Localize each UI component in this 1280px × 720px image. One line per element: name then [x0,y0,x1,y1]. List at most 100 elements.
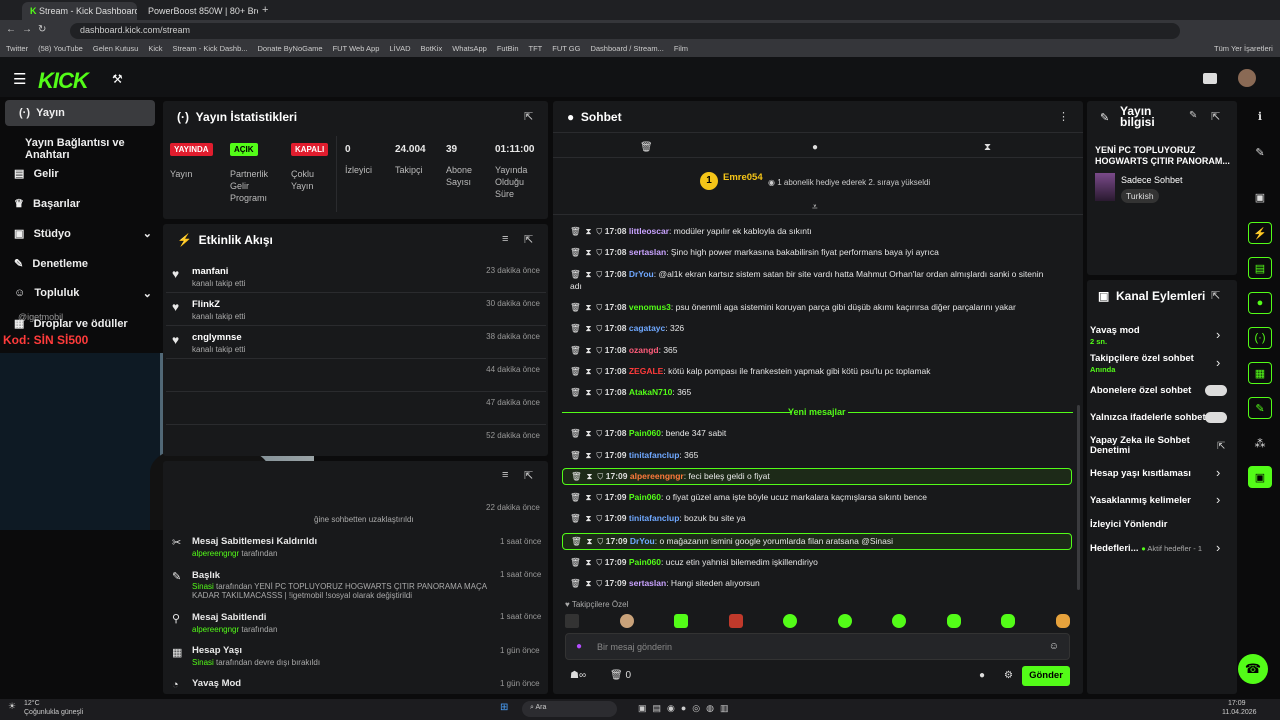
mic-icon[interactable]: ● [576,641,582,652]
message-user[interactable]: tinitafanclup [629,450,680,460]
chat-message[interactable]: 🗑 ⧗ ⛉ 17:08 AtakaN710: 365 [562,387,1072,398]
emoji-icon[interactable]: ☺ [1049,641,1059,652]
hourglass-icon[interactable]: ⧗ [586,323,592,333]
chat-message[interactable]: 🗑 ⧗ ⛉ 17:09 alpereengngr: feci beleş gel… [562,468,1072,485]
hourglass-icon[interactable]: ⧗ [587,536,593,546]
emote-icon[interactable] [619,614,634,628]
emote-icon[interactable] [946,614,961,628]
bookmark[interactable]: Donate ByNoGame [258,44,323,53]
trash-icon[interactable]: 🗑 [570,269,581,279]
taskbar-apps[interactable]: ▣▤◉●◎◍▥ [638,703,735,714]
chevron-right-icon[interactable]: › [1216,492,1220,507]
gear-icon[interactable]: ⚙ [1004,670,1013,681]
nav-arrows-icon[interactable]: ←→↻ [6,24,52,35]
trash-icon[interactable]: 🗑 [570,492,581,502]
message-user[interactable]: cagatayc [629,323,665,333]
bolt-icon[interactable]: ⚡ [1248,222,1272,244]
sidebar-item-community[interactable]: ☺ Topluluk ⌄ [0,280,160,306]
bookmark[interactable]: BotKix [421,44,443,53]
filter-icon[interactable]: ≡ [502,469,508,481]
chat-message[interactable]: 🗑 ⧗ ⛉ 17:08 cagatayc: 326 [562,323,1072,334]
popout-icon[interactable]: ⇱ [1211,110,1220,123]
message-user[interactable]: Pain060 [629,428,661,438]
kick-logo[interactable]: KICK [38,68,89,94]
more-icon[interactable]: ⋮ [1058,110,1069,123]
popout-icon[interactable]: ⇱ [524,469,533,482]
slow-mode-setting[interactable]: Yavaş mod 2 sn. [1090,325,1230,346]
bookmark[interactable]: Dashboard / Stream... [590,44,663,53]
hourglass-icon[interactable]: ⧗ [586,450,592,460]
tools-icon[interactable]: ⚒ [112,72,123,86]
bookmark[interactable]: Gelen Kutusu [93,44,138,53]
chevron-right-icon[interactable]: › [1216,540,1220,555]
popout-icon[interactable]: ⇱ [524,110,533,123]
hourglass-icon[interactable]: ⧗ [587,471,593,481]
raid-setting[interactable]: İzleyici Yönlendir [1090,519,1230,530]
chat-message[interactable]: 🗑 ⧗ ⛉ 17:08 ZEGALE: kötü kalp pompası il… [562,366,1072,377]
trash-icon[interactable]: 🗑 [571,536,582,546]
message-user[interactable]: sertaslan [629,247,666,257]
bookmark[interactable]: FUT GG [552,44,580,53]
url-input[interactable]: dashboard.kick.com/stream [70,23,1180,39]
sidebar-item-studio[interactable]: ▣ Stüdyo ⌄ [0,220,160,246]
menu-icon[interactable]: ☰ [13,70,26,88]
apps-icon[interactable]: ⁂ [1248,432,1272,454]
ai-moderation-setting[interactable]: Yapay Zeka ile Sohbet Denetimi [1090,436,1200,456]
message-user[interactable]: sertaslan [629,578,666,588]
filter-icon[interactable]: ≡ [502,233,508,245]
all-bookmarks[interactable]: Tüm Yer İşaretleri [1214,44,1273,53]
trash-icon[interactable]: 🗑 [570,578,581,588]
chevron-right-icon[interactable]: › [1216,465,1220,480]
bookmark[interactable]: Stream - Kick Dashb... [172,44,247,53]
hourglass-icon[interactable]: ⧗ [586,226,592,236]
bookmark[interactable]: TFT [529,44,543,53]
emote-icon[interactable] [1001,614,1016,628]
account-age-setting[interactable]: Hesap yaşı kısıtlaması [1090,468,1230,479]
trash-icon[interactable]: 🗑 [570,302,581,312]
chevron-right-icon[interactable]: › [1216,355,1220,370]
crop-icon[interactable]: ▣ [1248,186,1272,208]
chat-message[interactable]: 🗑 ⧗ ⛉ 17:08 venomus3: psu önenmli aga si… [562,302,1072,313]
message-user[interactable]: tinitafanclup [629,513,680,523]
chat-message[interactable]: 🗑 ⧗ ⛉ 17:09 sertaslan: Hangi siteden alı… [562,578,1072,589]
chat-message[interactable]: 🗑 ⧗ ⛉ 17:09 Pain060: ucuz etin yahnisi b… [562,557,1072,568]
windows-start-icon[interactable]: ⊞ [500,702,508,713]
sidebar-item-achievements[interactable]: ♛ Başarılar [0,190,160,216]
new-tab-icon[interactable]: + [262,4,268,16]
external-link-icon[interactable]: ⇱ [1217,441,1225,452]
keyboard-icon[interactable] [1203,73,1217,84]
chat-message[interactable]: 🗑 ⧗ ⛉ 17:08 littleoscar: modüler yapılır… [562,226,1072,237]
hourglass-icon[interactable]: ⧗ [586,492,592,502]
info-icon[interactable]: ℹ [1248,105,1272,127]
bookmark[interactable]: FUT Web App [333,44,380,53]
emote-icon[interactable] [892,614,907,628]
hourglass-icon[interactable]: ⧗ [984,142,991,153]
emote-icon[interactable] [674,614,689,628]
document-icon[interactable]: ▤ [1248,257,1272,279]
chat-message[interactable]: 🗑 ⧗ ⛉ 17:09 tinitafanclup: bozuk bu site… [562,513,1072,524]
trash-icon[interactable]: 🗑 [570,247,581,257]
chat-message[interactable]: 🗑 ⧗ ⛉ 17:09 DrYou: o mağazanın ismini go… [562,533,1072,550]
users-icon[interactable]: ☗∞ [570,670,586,681]
trash-icon[interactable]: 🗑 [570,387,581,397]
trash-icon[interactable]: 🗑 [570,226,581,236]
send-button[interactable]: Gönder [1022,666,1070,686]
bookmark[interactable]: WhatsApp [452,44,487,53]
bookmark[interactable]: FutBin [497,44,519,53]
message-user[interactable]: venomus3 [629,302,671,312]
bookmark[interactable]: Kick [148,44,162,53]
trash-icon[interactable]: 🗑 [570,323,581,333]
sidebar-item-moderation[interactable]: ✎ Denetleme [0,250,160,276]
hourglass-icon[interactable]: ⧗ [586,387,592,397]
chat-message[interactable]: 🗑 ⧗ ⛉ 17:08 ozangd: 365 [562,345,1072,356]
hourglass-icon[interactable]: ⧗ [586,345,592,355]
hourglass-icon[interactable]: ⧗ [586,269,592,279]
edit-icon[interactable]: ✎ [1189,110,1197,121]
pinned-toggle-icon[interactable]: ⩡ [812,202,818,213]
kick-app-icon[interactable]: ▣ [1248,466,1272,488]
broadcast-icon[interactable]: (·) [1248,327,1272,349]
emote-icon[interactable] [565,614,579,628]
sidebar-item-stream-key[interactable]: Yayın Bağlantısı ve Anahtarı [0,130,160,161]
tab-powerboost[interactable]: PowerBoost 850W | 80+ Bronz... [140,2,258,20]
emote-icon[interactable] [837,614,852,628]
